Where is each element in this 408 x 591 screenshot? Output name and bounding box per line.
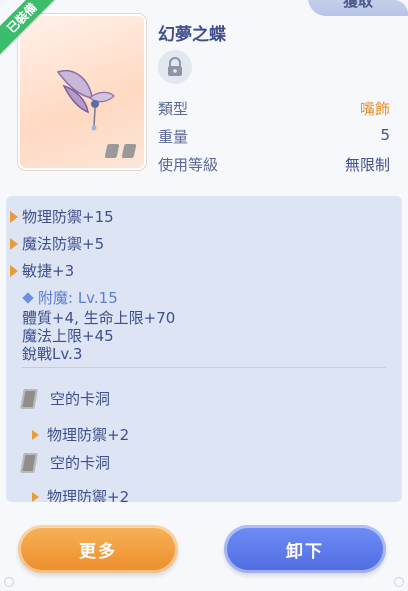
item-detail-box[interactable]: 物理防禦+15 魔法防禦+5 敏捷+3 附魔: Lv.15 體質+4, 生命上限… [6, 196, 402, 502]
attribute-line: 物理防禦+15 [10, 206, 114, 227]
card-slot-attribute: 物理防禦+2 [32, 486, 129, 502]
divider [22, 367, 386, 368]
item-detail-panel: 獲取 已裝備 幻夢之蝶 類型 嘴飾 重量 5 使用等級 無限制 物理防禦+15 … [0, 0, 408, 591]
bullet-triangle-icon [10, 210, 18, 223]
attribute-line: 魔法防禦+5 [10, 233, 104, 254]
more-button[interactable]: 更多 [18, 525, 178, 573]
attribute-text: 魔法防禦+5 [22, 235, 105, 253]
card-slot-attribute-text: 物理防禦+2 [47, 426, 130, 444]
corner-decoration-icon [4, 577, 14, 587]
card-slot: 空的卡洞 [20, 452, 111, 473]
stat-value: 5 [380, 126, 390, 144]
bullet-triangle-icon [32, 491, 39, 502]
attribute-text: 物理防禦+15 [22, 208, 114, 226]
stat-row-weight: 重量 5 [158, 126, 390, 147]
attribute-text: 敏捷+3 [22, 262, 75, 280]
attribute-line: 敏捷+3 [10, 260, 74, 281]
enchant-line: 銳戰Lv.3 [22, 345, 83, 363]
card-slot: 空的卡洞 [20, 388, 111, 409]
diamond-icon [22, 291, 34, 304]
card-slot-indicator-icon [104, 144, 120, 158]
obtain-tab[interactable]: 獲取 [308, 0, 408, 16]
equipped-badge: 已裝備 [0, 0, 65, 61]
stat-label: 類型 [158, 100, 189, 118]
corner-decoration-icon [394, 577, 404, 587]
stat-label: 重量 [158, 128, 189, 146]
stat-value: 嘴飾 [359, 100, 390, 118]
enchant-header: 附魔: Lv.15 [22, 287, 118, 308]
empty-card-slot-icon [20, 388, 38, 409]
card-slot-attribute: 物理防禦+2 [32, 424, 129, 445]
enchant-line: 體質+4, 生命上限+70 [22, 309, 176, 327]
card-slot-label: 空的卡洞 [50, 454, 111, 472]
obtain-label: 獲取 [342, 0, 373, 10]
bullet-triangle-icon [32, 429, 39, 440]
enchant-title: 附魔: Lv.15 [38, 289, 118, 307]
bullet-triangle-icon [10, 264, 18, 277]
stat-row-type: 類型 嘴飾 [158, 98, 390, 119]
stat-label: 使用等級 [158, 156, 219, 174]
card-slot-label: 空的卡洞 [50, 390, 111, 408]
lock-icon [168, 57, 182, 76]
item-name: 幻夢之蝶 [158, 25, 226, 45]
unequip-button[interactable]: 卸下 [224, 525, 386, 573]
stat-row-level: 使用等級 無限制 [158, 154, 390, 175]
card-slot-indicator-icon [121, 144, 137, 158]
equipped-ribbon-wrap: 已裝備 [0, 0, 70, 70]
lock-button[interactable] [158, 50, 192, 84]
enchant-line: 魔法上限+45 [22, 327, 114, 345]
card-slot-attribute-text: 物理防禦+2 [47, 488, 130, 502]
stat-value: 無限制 [344, 156, 390, 174]
empty-card-slot-icon [20, 452, 38, 473]
bullet-triangle-icon [10, 237, 18, 250]
